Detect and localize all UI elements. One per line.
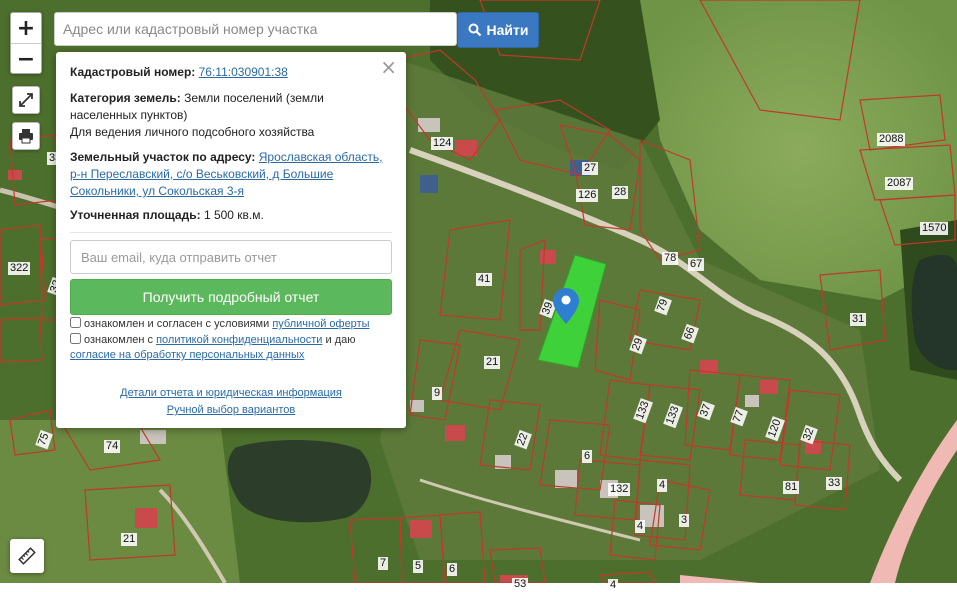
- area-label: Уточненная площадь:: [70, 208, 201, 222]
- parcel-number-label: 9: [432, 387, 443, 400]
- parcel-number-label: 5: [413, 560, 424, 573]
- parcel-number-label: 132: [608, 483, 631, 496]
- printer-icon: [19, 129, 33, 144]
- parcel-number-label: 81: [783, 481, 800, 494]
- report-details-link[interactable]: Детали отчета и юридическая информация: [56, 387, 406, 399]
- parcel-number-label: 4: [608, 579, 619, 592]
- parcel-number-label: 4: [657, 479, 668, 492]
- expand-icon: [19, 93, 33, 107]
- parcel-number-label: 2088: [877, 133, 906, 146]
- zoom-out-button[interactable]: −: [11, 44, 41, 74]
- search-button-label: Найти: [486, 22, 529, 38]
- parcel-number-label: 21: [121, 533, 138, 546]
- land-use-value: Для ведения личного подсобного хозяйства: [70, 125, 315, 139]
- parcel-number-label: 124: [431, 137, 454, 150]
- zoom-control: + −: [10, 12, 42, 74]
- manual-selection-link[interactable]: Ручной выбор вариантов: [56, 404, 406, 416]
- parcel-info-panel: × Кадастровый номер: 76:11:030901:38 Кат…: [56, 52, 406, 428]
- privacy-policy-link[interactable]: политикой конфиденциальности: [156, 334, 322, 346]
- parcel-number-label: 1570: [920, 222, 949, 235]
- parcel-number-label: 67: [688, 258, 705, 271]
- fullscreen-button[interactable]: [12, 86, 40, 114]
- privacy-consent-mid: и даю: [325, 334, 356, 346]
- parcel-number-label: 53: [512, 578, 529, 591]
- location-pin-icon[interactable]: [553, 288, 579, 324]
- parcel-number-label: 33: [826, 477, 843, 490]
- parcel-number-label: 74: [104, 440, 121, 453]
- parcel-number-label: 6: [447, 563, 458, 576]
- parcel-number-label: 41: [476, 273, 493, 286]
- parcel-number-label: 322: [8, 262, 31, 275]
- parcel-number-label: 27: [582, 162, 599, 175]
- email-input[interactable]: [70, 240, 392, 274]
- measure-button[interactable]: [10, 539, 44, 573]
- parcel-number-label: 21: [484, 356, 501, 369]
- parcel-number-label: 78: [662, 252, 679, 265]
- parcel-number-label: 2087: [885, 177, 914, 190]
- area-row: Уточненная площадь: 1 500 кв.м.: [70, 207, 392, 224]
- parcel-number-label: 4: [635, 520, 646, 533]
- zoom-in-button[interactable]: +: [11, 13, 41, 44]
- land-category-label: Категория земель:: [70, 91, 181, 105]
- area-value: 1 500 кв.м.: [203, 208, 264, 222]
- privacy-consent-row: ознакомлен с политикой конфиденциальност…: [70, 333, 392, 363]
- get-report-button[interactable]: Получить подробный отчет: [70, 279, 392, 315]
- divider: [70, 232, 392, 233]
- print-button[interactable]: [12, 122, 40, 150]
- offer-consent-checkbox[interactable]: [70, 317, 81, 328]
- parcel-number-label: 31: [850, 313, 867, 326]
- search-input[interactable]: [54, 12, 457, 46]
- land-category-row: Категория земель: Земли поселений (земли…: [70, 90, 392, 141]
- public-offer-link[interactable]: публичной оферты: [272, 318, 369, 330]
- personal-data-consent-link[interactable]: согласие на обработку персональных данны…: [70, 349, 304, 361]
- privacy-consent-text: ознакомлен с: [84, 334, 154, 346]
- cadastral-number-label: Кадастровый номер:: [70, 65, 196, 79]
- privacy-consent-checkbox[interactable]: [70, 333, 81, 344]
- parcel-number-label: 3: [679, 514, 690, 527]
- cadastral-number-row: Кадастровый номер: 76:11:030901:38: [70, 64, 392, 81]
- parcel-number-label: 7: [378, 557, 389, 570]
- address-label: Земельный участок по адресу:: [70, 150, 256, 164]
- search-button[interactable]: Найти: [457, 12, 539, 48]
- parcel-number-label: 28: [612, 186, 629, 199]
- offer-consent-text: ознакомлен и согласен с условиями: [84, 318, 270, 330]
- parcel-number-label: 126: [576, 189, 599, 202]
- address-row: Земельный участок по адресу: Ярославская…: [70, 149, 392, 200]
- cadastral-number-link[interactable]: 76:11:030901:38: [199, 65, 288, 79]
- offer-consent-row: ознакомлен и согласен с условиями публич…: [70, 317, 392, 332]
- search-icon: [468, 23, 481, 37]
- parcel-number-label: 6: [582, 450, 593, 463]
- ruler-icon: [18, 547, 36, 565]
